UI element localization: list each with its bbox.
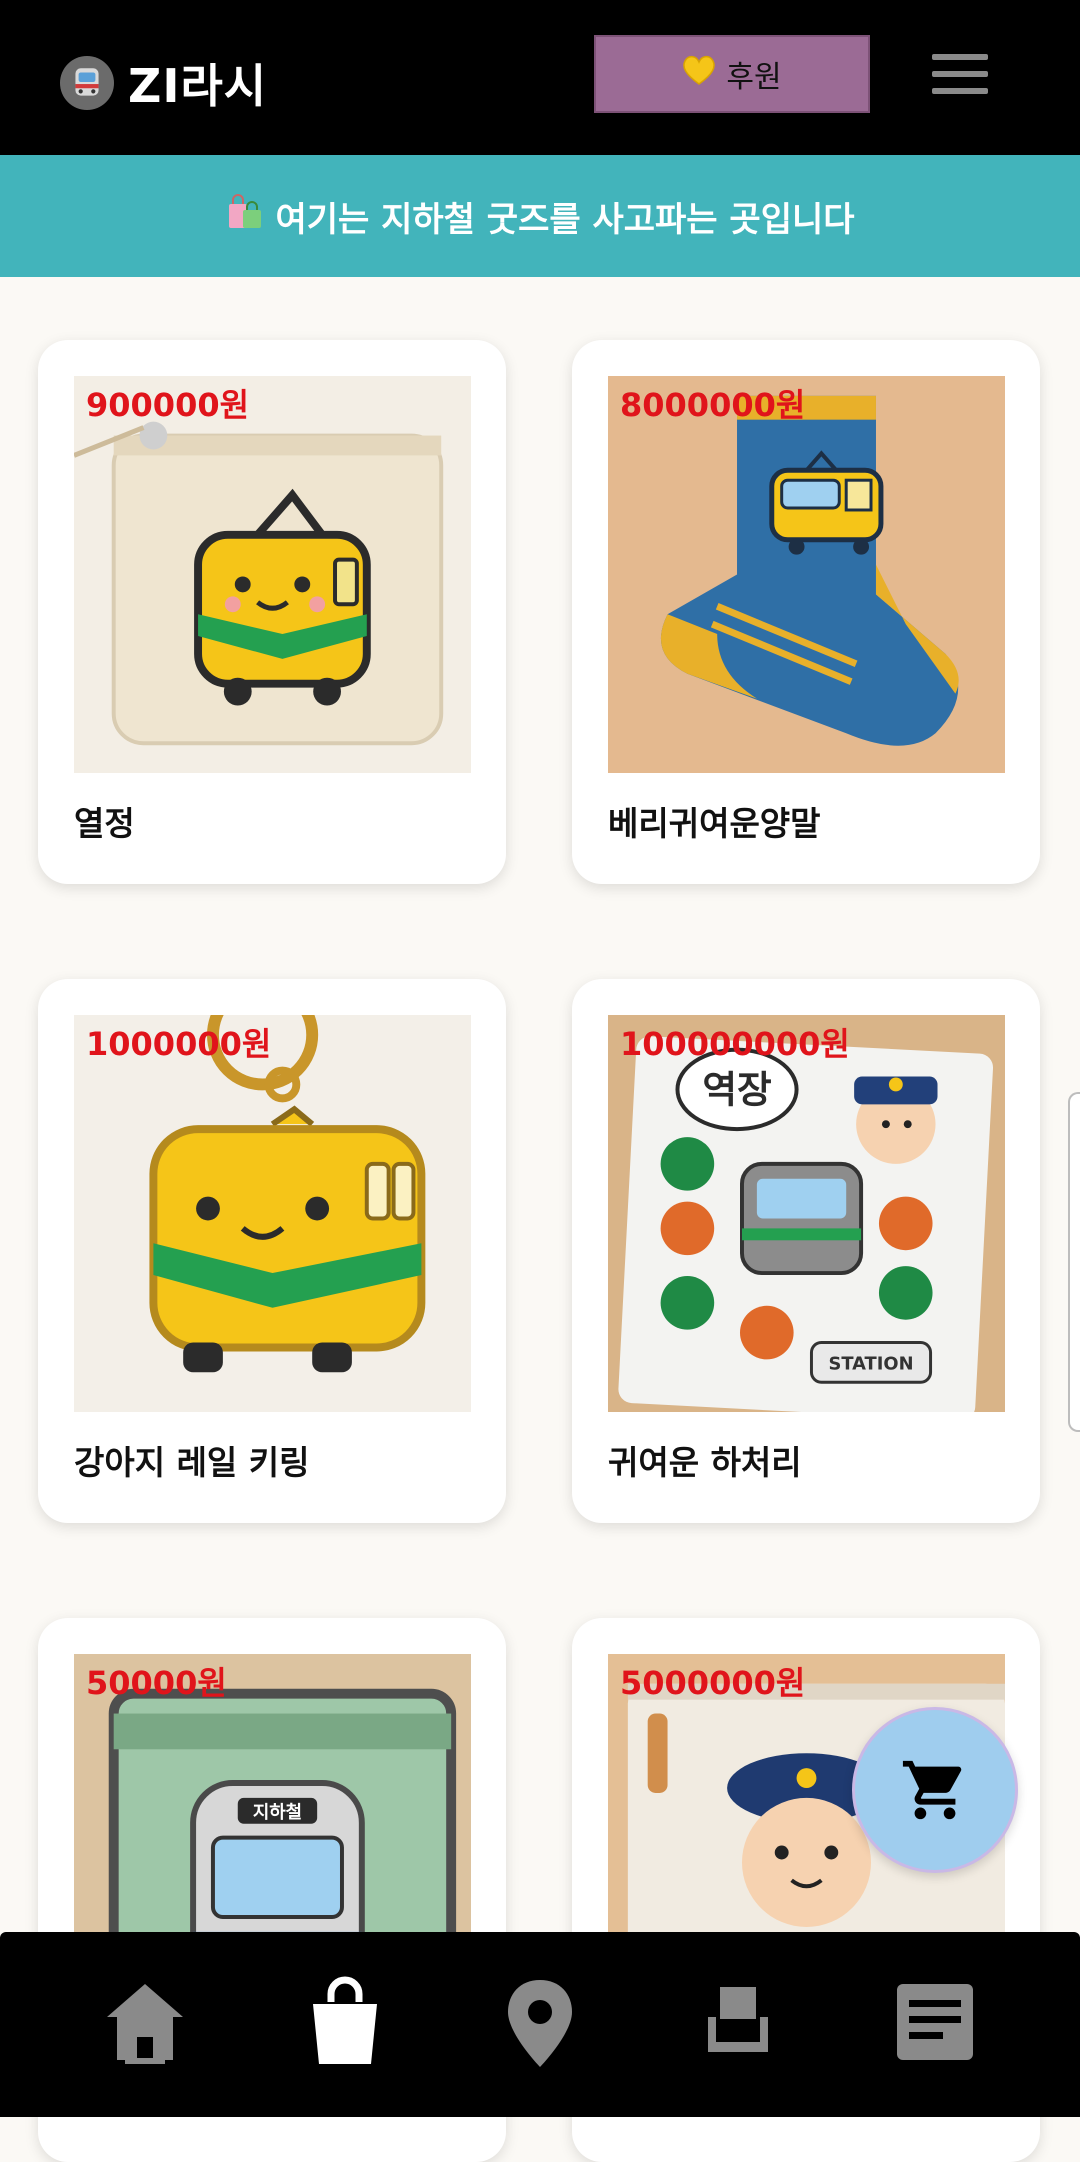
scroll-handle[interactable] [1068, 1092, 1080, 1432]
product-price: 50000원 [86, 1664, 227, 1702]
product-card[interactable]: 역장 STATION 100000000원 귀여운 하처리 [572, 979, 1040, 1523]
product-name: 귀여운 하처리 [608, 1443, 802, 1482]
product-price: 1000000원 [86, 1025, 272, 1063]
product-card[interactable]: 900000원 열정 [38, 340, 506, 884]
product-price: 8000000원 [620, 386, 806, 424]
bottom-navigation [0, 1932, 1080, 2117]
cart-button[interactable] [852, 1707, 1018, 1873]
sponsor-label: 후원 [726, 60, 782, 95]
svg-text:STATION: STATION [828, 1353, 913, 1374]
sponsor-button[interactable]: 후원 [594, 35, 870, 113]
document-icon [897, 1984, 973, 2060]
svg-text:역장: 역장 [702, 1067, 771, 1111]
product-price: 900000원 [86, 386, 250, 424]
nav-shop[interactable] [295, 1972, 395, 2072]
app-header: ZI라시 후원 [0, 0, 1080, 155]
product-name: 강아지 레일 키링 [74, 1443, 310, 1482]
nav-seat[interactable] [688, 1972, 788, 2072]
product-image-station-stickers: 역장 STATION [608, 1015, 1005, 1412]
nav-location[interactable] [490, 1972, 590, 2072]
product-card[interactable]: 8000000원 베리귀여운양말 [572, 340, 1040, 884]
product-image-train-keyring [74, 1015, 471, 1412]
shopping-bags-icon [225, 192, 275, 241]
product-name: 열정 [74, 804, 135, 843]
shopping-cart-icon [902, 1760, 962, 1820]
product-image-train-pouch [74, 376, 471, 773]
nav-home[interactable] [95, 1972, 195, 2072]
product-name: 베리귀여운양말 [608, 804, 821, 843]
location-pin-icon [508, 1980, 572, 2067]
app-title: ZI라시 [128, 59, 268, 113]
nav-board[interactable] [885, 1972, 985, 2072]
seat-icon [708, 1987, 768, 2052]
hamburger-menu-icon[interactable] [932, 54, 988, 94]
product-image-train-sock [608, 376, 1005, 773]
shopping-bag-icon [313, 1976, 377, 2064]
product-price: 5000000원 [620, 1664, 806, 1702]
banner-text: 여기는 지하철 굿즈를 사고파는 곳입니다 [275, 199, 855, 240]
svg-text:지하철: 지하철 [253, 1802, 302, 1823]
app-logo[interactable]: ZI라시 [60, 50, 267, 116]
product-card[interactable]: 1000000원 강아지 레일 키링 [38, 979, 506, 1523]
home-icon [107, 1984, 183, 2064]
yellow-heart-icon [682, 55, 716, 93]
info-banner: 여기는 지하철 굿즈를 사고파는 곳입니다 [0, 155, 1080, 277]
product-price: 100000000원 [620, 1025, 850, 1063]
metro-train-icon [60, 56, 114, 110]
